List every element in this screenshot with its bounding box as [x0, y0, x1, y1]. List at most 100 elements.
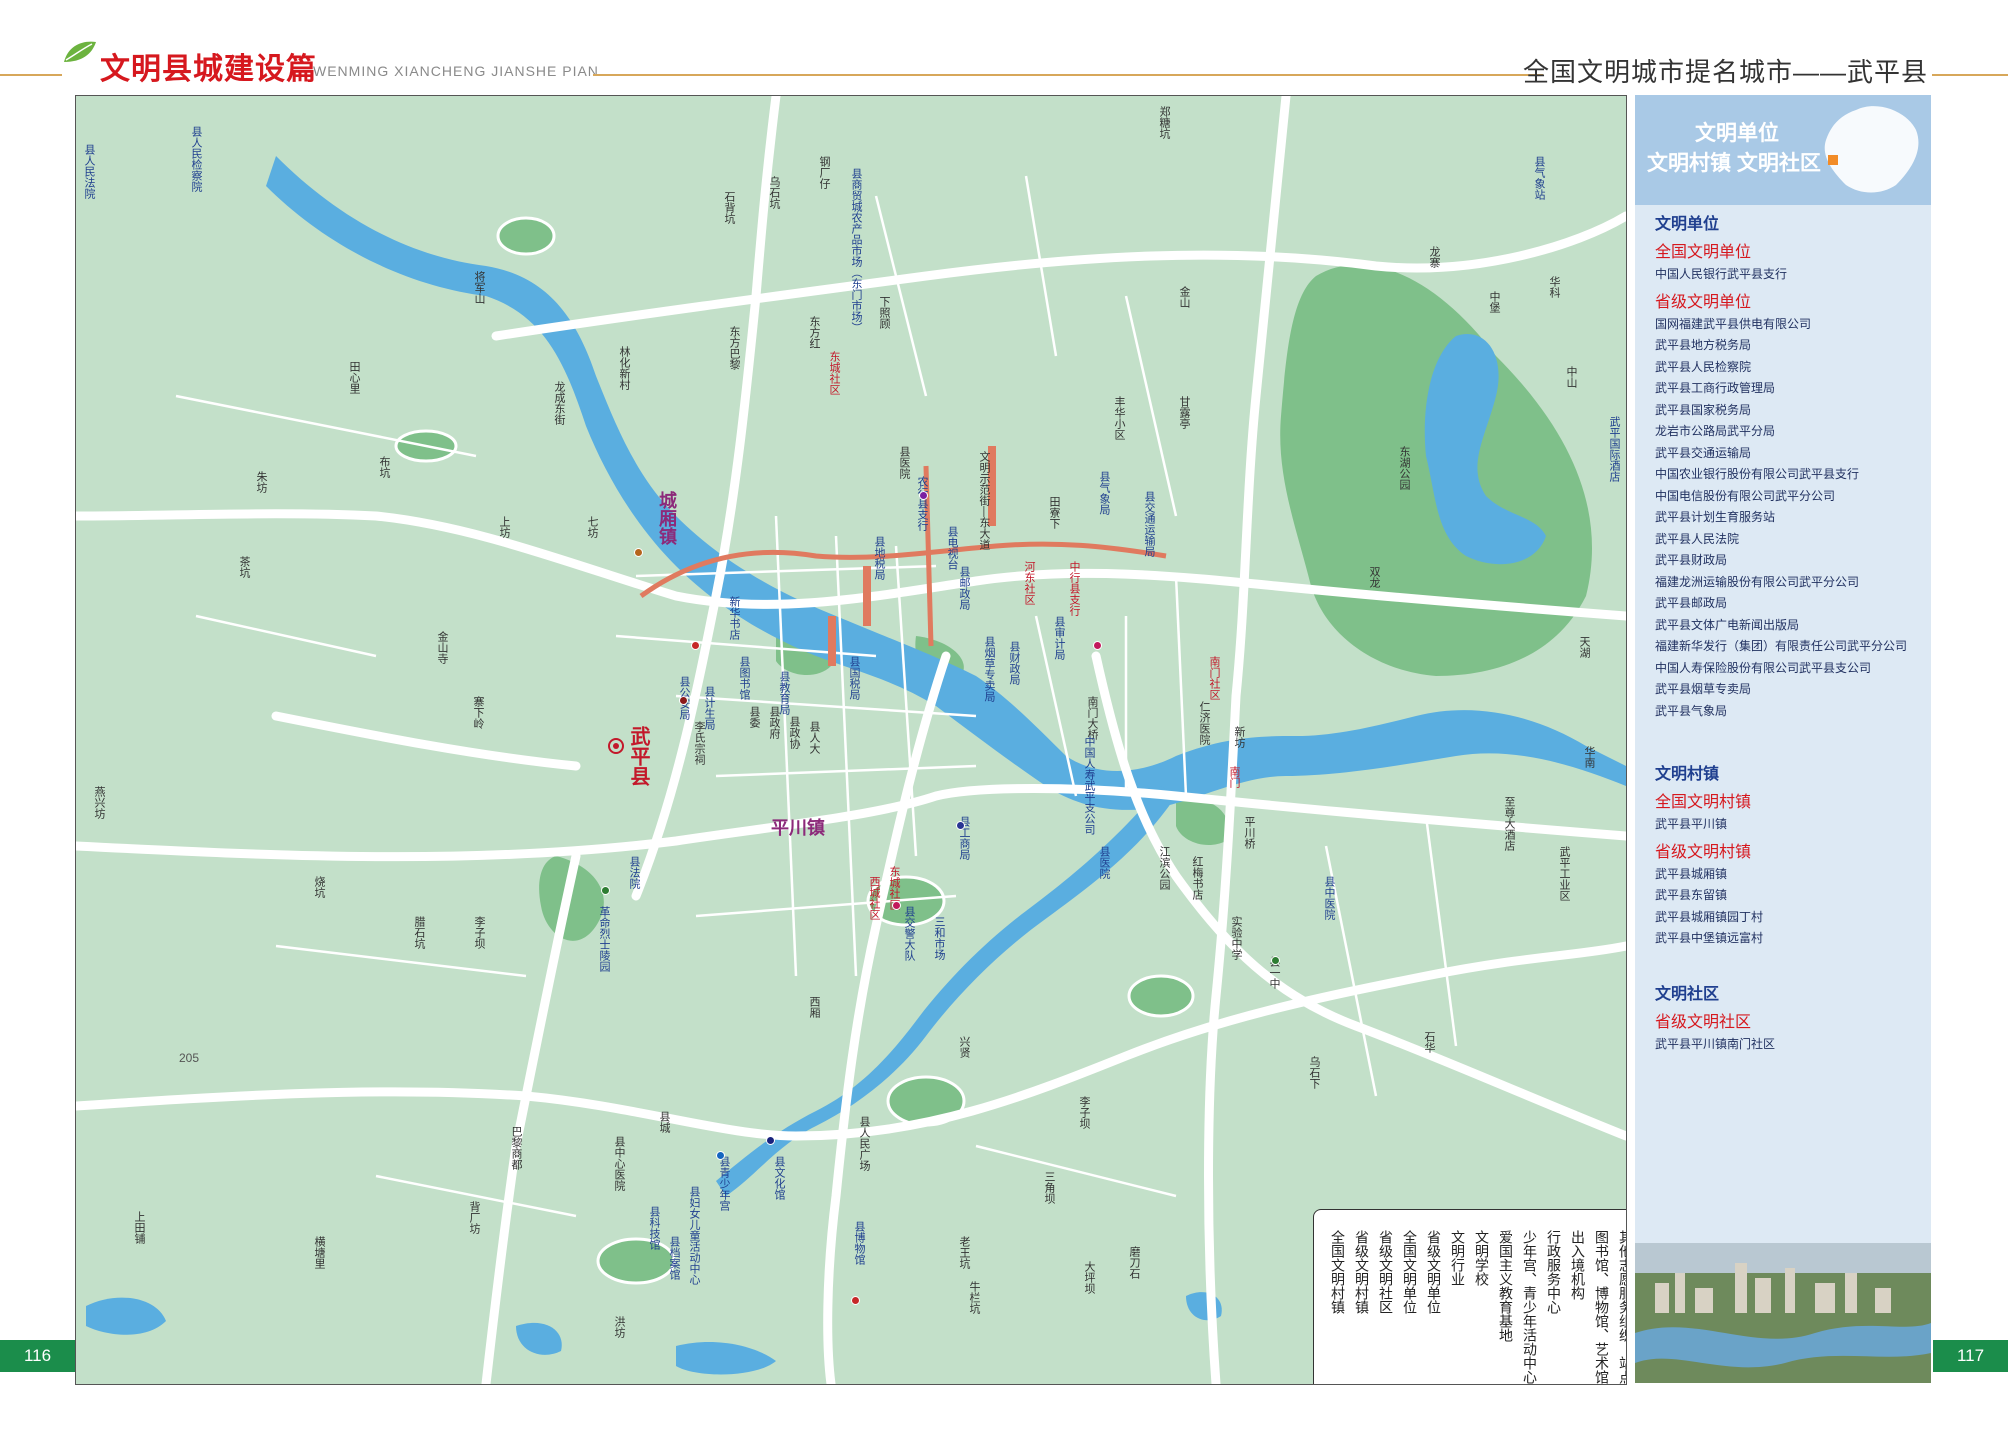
map-label: 兴贤 [958, 1036, 970, 1058]
legend-label: 文明行业 [1450, 1230, 1466, 1286]
legend-item: 爱国主义教育基地 [1496, 1222, 1516, 1384]
marker-culture-facility[interactable] [766, 1136, 775, 1145]
map-label: 南门 [1228, 766, 1240, 788]
marker-youth-center[interactable] [716, 1151, 725, 1160]
map-label: 七坊 [586, 516, 598, 538]
marker-national-unit[interactable] [919, 491, 928, 500]
map-label: 田心里 [348, 361, 360, 394]
honor-list-item: 武平县城厢镇 [1655, 866, 1728, 881]
map-label: 磨刀石 [1128, 1246, 1140, 1279]
map-label: 将军山 [473, 271, 485, 304]
map-label: 县气象局 [1098, 471, 1110, 515]
lake [86, 1297, 166, 1335]
honor-list-item: 中国农业银行股份有限公司武平县支行 [1655, 467, 1860, 481]
map-label: 县档案馆 [668, 1236, 680, 1280]
map-label: 腊石坑 [413, 916, 425, 949]
honor-list-item: 武平县地方税务局 [1655, 338, 1752, 352]
map-label: 石背坑 [723, 191, 735, 224]
legend-item: 文明行业 [1448, 1222, 1468, 1384]
map-label: 县医院 [1098, 846, 1110, 879]
county-seat-marker [613, 743, 619, 749]
map-label: 红梅书店 [1191, 856, 1203, 900]
lake [676, 1341, 776, 1375]
legend-item: 图书馆、博物馆、艺术馆等文化设施 [1592, 1222, 1612, 1384]
marker-admin-center[interactable] [691, 641, 700, 650]
map-label: 大坪坝 [1083, 1261, 1095, 1294]
legend-item: 行政服务中心 [1544, 1222, 1564, 1384]
map-label: 县妇女儿童活动中心 [688, 1186, 700, 1285]
town-label-chengxiang: 城厢镇 [657, 491, 677, 545]
map-label: 燕兴坊 [93, 786, 105, 819]
map-label: 县财政局 [1008, 641, 1020, 685]
marker-provincial-town[interactable] [634, 548, 643, 557]
map-label: 烧坑 [313, 876, 325, 898]
honor-list-item: 武平县计划生育服务站 [1655, 510, 1776, 524]
provincial-community-list: 武平县平川镇南门社区 [1655, 1034, 1925, 1056]
marker-civil-industry[interactable] [956, 821, 965, 830]
map-label: 东方红 [808, 316, 820, 349]
map-label: 县交警大队 [903, 906, 915, 961]
national-units-list: 中国人民银行武平县支行 [1655, 264, 1925, 286]
lake [516, 1322, 562, 1355]
map-legend: 全国文明村镇 省级文明村镇 省级文明社区 全国文明单位 省级文明单位 文明行业 文明学校 爱国… [1313, 1209, 1627, 1384]
map-label: 茶坑 [238, 556, 250, 578]
map-label: 县文化馆 [773, 1156, 785, 1200]
legend-label: 省级文明村镇 [1354, 1230, 1370, 1314]
marker-civil-school[interactable] [1271, 956, 1280, 965]
civilized-towns-section: 文明村镇 全国文明村镇 武平县平川镇 省级文明村镇 武平县城厢镇 武平县东留镇 武平… [1655, 760, 1925, 950]
map-label: 西厢 [808, 996, 820, 1018]
marker-provincial-unit[interactable] [1093, 641, 1102, 650]
legend-label: 其他志愿服务组织、站点、机构 [1618, 1230, 1627, 1384]
marker-patriotic-base[interactable] [601, 886, 610, 895]
map-label: 朱坊 [255, 471, 267, 493]
national-towns-list: 武平县平川镇 [1655, 814, 1925, 836]
map-label: 县城 [658, 1111, 670, 1133]
map-label: 县气象站 [1533, 156, 1545, 200]
honor-list-panel: 文明单位 文明村镇 文明社区 文明单位 全国文明单位 中国人民银行武平县支行 省… [1635, 95, 1931, 1383]
honor-list-item: 武平县人民法院 [1655, 531, 1740, 546]
map-label: 县法院 [628, 856, 640, 889]
map-label: 县政府 [768, 706, 780, 739]
provincial-units-list: 国网福建武平县供电有限公司 武平县地方税务局 武平县人民检察院 武平县工商行政管理局武… [1655, 314, 1925, 723]
map-label: 三和市场 [933, 916, 945, 960]
marker-volunteer-org[interactable] [851, 1296, 860, 1305]
honor-list-item: 武平县国家税务局 [1655, 402, 1752, 417]
map-label: 县国税局 [848, 656, 860, 700]
legend-label: 文明学校 [1474, 1230, 1490, 1286]
map-label: 老王坑 [958, 1236, 970, 1269]
map-label: 县人大 [808, 721, 820, 754]
map-label: 东城社区 [828, 351, 840, 395]
map-label: 县政协 [788, 716, 800, 749]
section-heading: 文明村镇 [1655, 766, 1720, 783]
map-label: 寨下岭 [472, 696, 484, 729]
city-aerial-photo [1635, 1243, 1931, 1383]
map-label: 平川桥 [1243, 816, 1255, 849]
legend-label: 行政服务中心 [1546, 1230, 1562, 1314]
map-label: 县科技馆 [648, 1206, 660, 1250]
map-label: 洪坊 [613, 1316, 625, 1338]
header-rule-left [0, 74, 62, 76]
honor-list-item: 武平县平川镇 [1655, 817, 1728, 831]
section-title: 文明县城建设篇 [100, 53, 317, 86]
town-label-pingchuan: 平川镇 [771, 818, 825, 838]
honor-list-item: 武平县中堡镇远富村 [1655, 931, 1764, 945]
province-map-icon [1824, 106, 1919, 193]
honor-list-item: 武平县东留镇 [1655, 888, 1728, 902]
map-label: 李子坝 [1078, 1096, 1090, 1129]
city-map[interactable]: 武平县 城厢镇 平川镇 205 县人民法院 县人民检察院 乌石坑 石背坑 郑糖坑… [75, 95, 1627, 1385]
marker-provincial-community[interactable] [892, 901, 901, 910]
map-label: 县商贸城农产品市场（东门市场） [850, 168, 862, 333]
subsection-heading: 省级文明社区 [1655, 1014, 1752, 1031]
map-label: 甘露亭 [1178, 396, 1190, 429]
map-label: 西城社区 [868, 876, 880, 920]
legend-label: 爱国主义教育基地 [1498, 1230, 1514, 1342]
honor-list-item: 武平县文体广电新闻出版局 [1655, 617, 1800, 632]
honor-list-item: 中国人寿保险股份有限公司武平县支公司 [1655, 660, 1872, 675]
map-label: 武平工业区 [1558, 846, 1570, 901]
map-label: 中国人寿武平支公司 [1083, 736, 1095, 835]
panel-heading-line2: 文明村镇 文明社区 [1647, 152, 1821, 175]
marker-national-town[interactable] [679, 696, 688, 705]
honor-list-item: 福建龙洲运输股份有限公司武平分公司 [1655, 574, 1860, 589]
map-label: 丰华小区 [1113, 396, 1125, 440]
map-label: 县烟草专卖局 [983, 636, 995, 702]
